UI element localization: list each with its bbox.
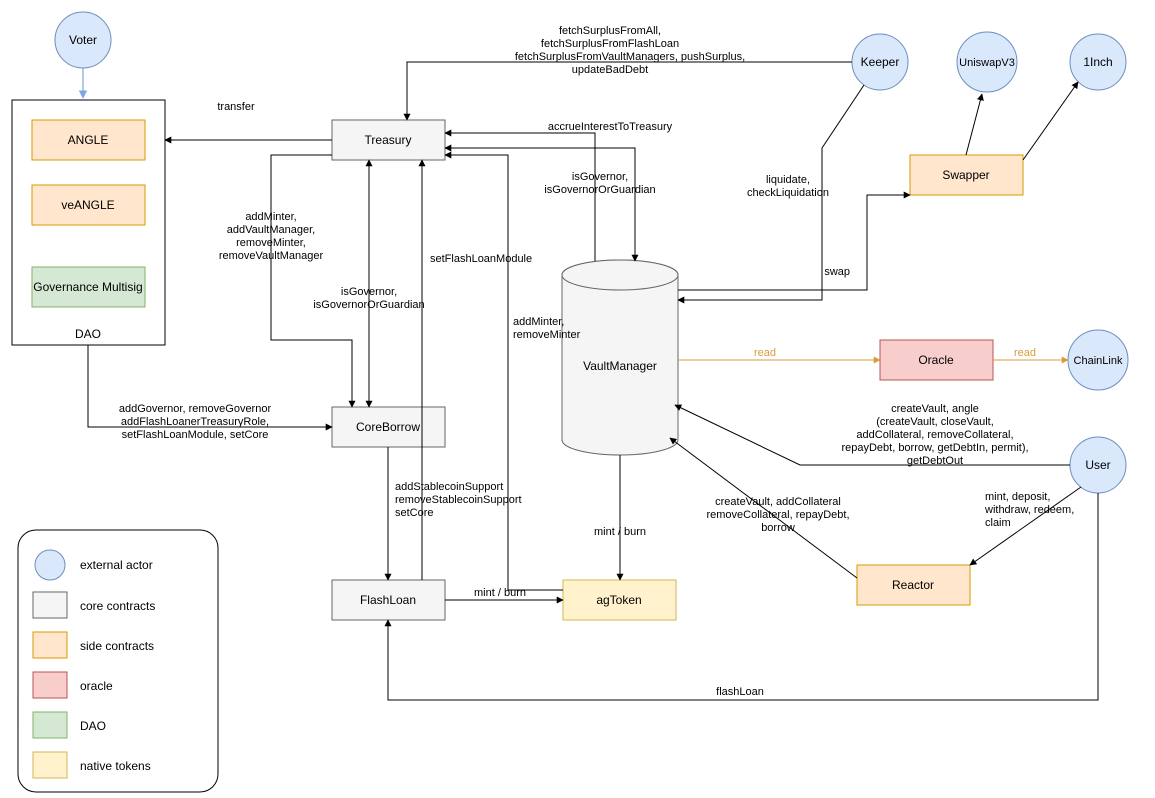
edge-createvault1-label4: repayDebt, borrow, getDebtIn, permit), <box>841 442 1028 454</box>
edge-read2-label: read <box>1014 347 1036 359</box>
edge-liquidate-label1: liquidate, <box>766 174 810 186</box>
edge-addstable-label1: addStablecoinSupport <box>395 481 503 493</box>
edge-addgov-label2: addFlashLoanerTreasuryRole, <box>121 416 269 428</box>
edge-mintburn1-label: mint / burn <box>594 526 646 538</box>
box-vaultmanager: VaultManager <box>562 260 678 455</box>
edge-surplus-label2: fetchSurplusFromFlashLoan <box>541 38 679 50</box>
edge-govguard2-label1: isGovernor, <box>341 286 397 298</box>
edge-surplus-label3: fetchSurplusFromVaultManagers, pushSurpl… <box>515 51 745 63</box>
box-oracle-label: Oracle <box>918 353 954 367</box>
edge-govguard-label2: isGovernorOrGuardian <box>544 184 655 196</box>
box-swapper-label: Swapper <box>942 168 989 182</box>
edge-mintdep-label1: mint, deposit, <box>985 491 1050 503</box>
actor-chainlink: ChainLink <box>1068 330 1128 390</box>
legend-dao-label: DAO <box>80 719 106 733</box>
edge-mintburn2-label: mint / burn <box>474 587 526 599</box>
edge-govguard2-label2: isGovernorOrGuardian <box>313 299 424 311</box>
actor-voter-label: Voter <box>69 33 97 47</box>
edge-surplus-label4: updateBadDebt <box>572 64 648 76</box>
legend-oracle-label: oracle <box>80 679 113 693</box>
edge-addminter2 <box>445 155 563 590</box>
edge-createvault2-label3: borrow <box>761 522 795 534</box>
edge-accrue-label: accrueInterestToTreasury <box>548 121 673 133</box>
edge-addminter1-label3: removeMinter, <box>236 237 306 249</box>
box-multisig-label: Governance Multisig <box>33 280 142 294</box>
box-reactor-label: Reactor <box>892 578 934 592</box>
box-agtoken: agToken <box>563 580 676 620</box>
legend-side-label: side contracts <box>80 639 154 653</box>
box-flashloan: FlashLoan <box>332 580 445 620</box>
edge-flashloan-label: flashLoan <box>716 686 764 698</box>
legend: external actor core contracts side contr… <box>18 530 218 792</box>
edge-accrue <box>445 133 595 261</box>
edge-createvault1-label1: createVault, angle <box>891 403 979 415</box>
edge-read1-label: read <box>754 347 776 359</box>
edge-addminter1 <box>271 155 352 407</box>
box-angle-label: ANGLE <box>68 133 109 147</box>
edge-mintdep-label2: withdraw, redeem, <box>984 504 1074 516</box>
actor-uniswap-label: UniswapV3 <box>959 57 1015 69</box>
edge-swapper-oneinch <box>1023 82 1078 160</box>
edge-createvault1-label3: addCollateral, removeCollateral, <box>856 429 1013 441</box>
actor-oneinch: 1Inch <box>1070 34 1126 90</box>
dao-label: DAO <box>75 327 101 341</box>
edge-swap <box>678 195 910 290</box>
legend-external-label: external actor <box>80 558 153 572</box>
edge-addminter2-label2: removeMinter <box>513 329 581 341</box>
dao-container: DAO ANGLE veANGLE Governance Multisig <box>12 100 165 345</box>
edge-mintdep-label3: claim <box>985 517 1011 529</box>
edge-addgov-label3: setFlashLoanModule, setCore <box>122 429 269 441</box>
edge-addminter1-label4: removeVaultManager <box>219 250 324 262</box>
edge-addminter1-label1: addMinter, <box>245 211 296 223</box>
edge-createvault2-label1: createVault, addCollateral <box>715 496 841 508</box>
actor-voter: Voter <box>55 12 111 68</box>
edge-createvault1-label5: getDebtOut <box>907 455 963 467</box>
edge-swapper-uniswap <box>966 94 982 155</box>
edge-createvault2 <box>670 438 857 578</box>
box-agtoken-label: agToken <box>596 593 641 607</box>
legend-core-label: core contracts <box>80 599 155 613</box>
edge-addminter1-label2: addVaultManager, <box>227 224 315 236</box>
edge-surplus-label1: fetchSurplusFromAll, <box>559 25 661 37</box>
edge-swap-label: swap <box>824 266 850 278</box>
box-vaultmanager-label: VaultManager <box>583 359 657 373</box>
actor-uniswap: UniswapV3 <box>957 32 1017 92</box>
actor-user-label: User <box>1085 458 1110 472</box>
actor-user: User <box>1070 437 1126 493</box>
box-reactor: Reactor <box>857 565 970 605</box>
actor-keeper-label: Keeper <box>861 55 900 69</box>
edge-addgov-label1: addGovernor, removeGovernor <box>119 403 272 415</box>
box-swapper: Swapper <box>910 155 1023 195</box>
box-oracle: Oracle <box>880 340 993 380</box>
box-flashloan-label: FlashLoan <box>360 593 416 607</box>
edge-addminter2-label1: addMinter, <box>513 316 564 328</box>
edge-liquidate-label2: checkLiquidation <box>747 187 829 199</box>
actor-chainlink-label: ChainLink <box>1074 355 1123 367</box>
legend-native-label: native tokens <box>80 759 151 773</box>
edge-addstable-label3: setCore <box>395 507 434 519</box>
edge-addstable-label2: removeStablecoinSupport <box>395 494 522 506</box>
edge-transfer-label: transfer <box>217 101 255 113</box>
box-treasury: Treasury <box>332 120 445 160</box>
actor-oneinch-label: 1Inch <box>1083 55 1112 69</box>
actor-keeper: Keeper <box>852 34 908 90</box>
edge-govguard-label1: isGovernor, <box>572 171 628 183</box>
edge-createvault2-label2: removeCollateral, repayDebt, <box>706 509 849 521</box>
box-veangle-label: veANGLE <box>61 198 114 212</box>
box-coreborrow: CoreBorrow <box>332 407 445 447</box>
edge-setflash-label: setFlashLoanModule <box>430 253 532 265</box>
box-treasury-label: Treasury <box>365 133 412 147</box>
edge-govguard <box>445 148 635 261</box>
edge-createvault1-label2: (createVault, closeVault, <box>876 416 994 428</box>
box-coreborrow-label: CoreBorrow <box>356 420 420 434</box>
